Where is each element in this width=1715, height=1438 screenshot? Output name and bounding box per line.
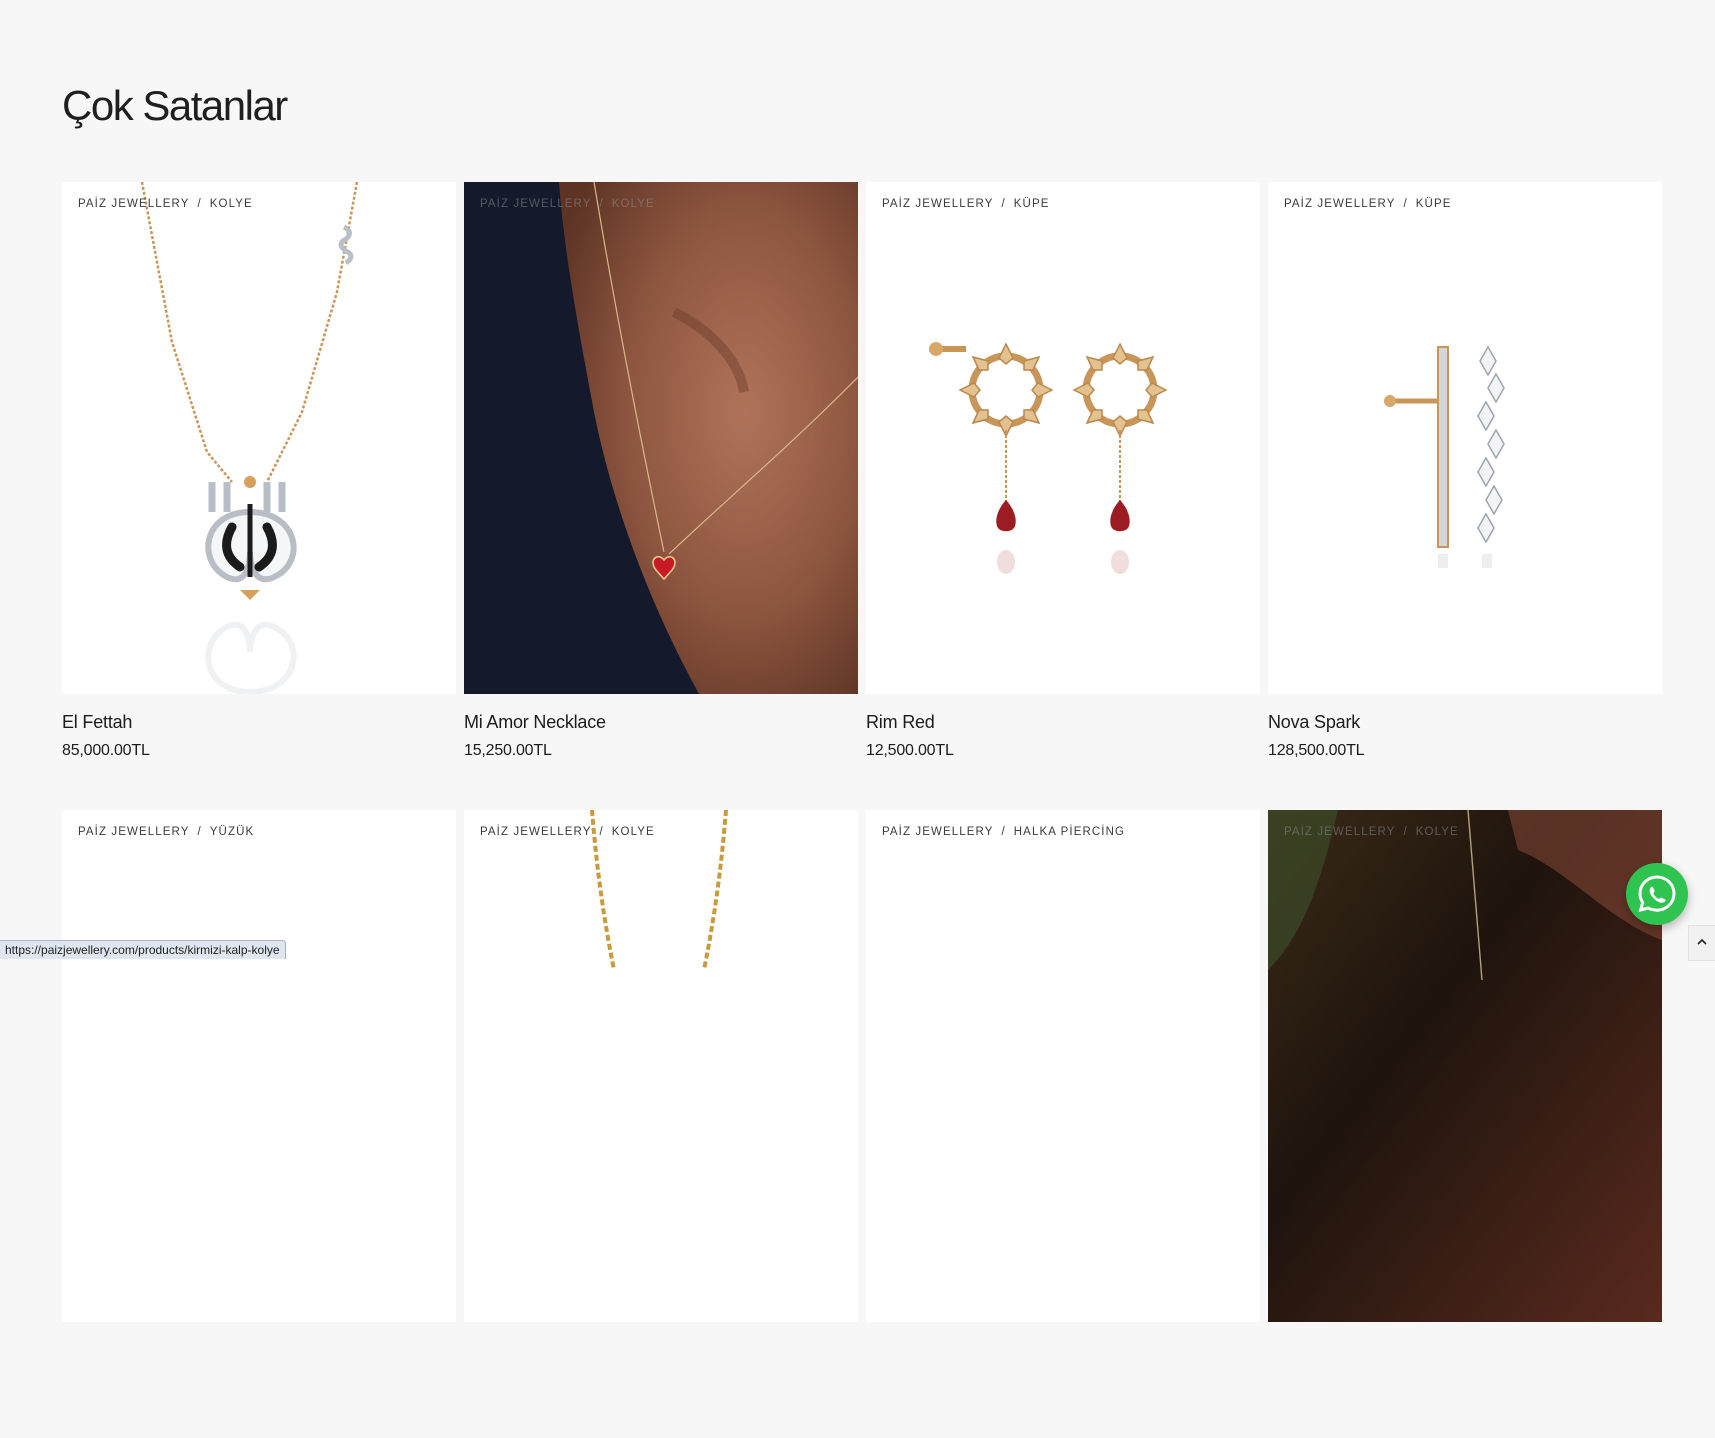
model-necklace-photo xyxy=(464,182,858,694)
breadcrumb-category[interactable]: KÜPE xyxy=(1416,198,1452,210)
earrings-image xyxy=(1384,345,1505,568)
product-name[interactable]: El Fettah xyxy=(62,712,456,733)
product-breadcrumb: PAİZ JEWELLERY / KOLYE xyxy=(480,826,655,838)
product-image[interactable]: PAİZ JEWELLERY / HALKA PİERCİNG xyxy=(866,810,1260,1322)
breadcrumb-brand[interactable]: PAİZ JEWELLERY xyxy=(480,826,591,838)
model-hair-photo xyxy=(1268,810,1662,1322)
product-breadcrumb: PAİZ JEWELLERY / YÜZÜK xyxy=(78,826,255,838)
product-card[interactable]: PAİZ JEWELLERY / KÜPE Rim Red 12,500.00T… xyxy=(866,182,1260,810)
product-breadcrumb: PAİZ JEWELLERY / KOLYE xyxy=(480,198,655,210)
product-name[interactable]: Mi Amor Necklace xyxy=(464,712,858,733)
product-image[interactable]: PAİZ JEWELLERY / KÜPE xyxy=(866,182,1260,694)
product-breadcrumb: PAİZ JEWELLERY / KÜPE xyxy=(882,198,1050,210)
product-name[interactable]: Rim Red xyxy=(866,712,1260,733)
product-breadcrumb: PAİZ JEWELLERY / HALKA PİERCİNG xyxy=(882,826,1126,838)
product-image[interactable]: PAİZ JEWELLERY / KOLYE xyxy=(464,810,858,1322)
breadcrumb-brand[interactable]: PAİZ JEWELLERY xyxy=(480,198,591,210)
scroll-to-top-button[interactable] xyxy=(1688,925,1715,961)
status-bar-url: https://paizjewellery.com/products/kirmi… xyxy=(0,940,286,959)
breadcrumb-brand[interactable]: PAİZ JEWELLERY xyxy=(1284,198,1395,210)
breadcrumb-brand[interactable]: PAİZ JEWELLERY xyxy=(882,198,993,210)
product-card[interactable]: PAİZ JEWELLERY / KOLYE El Fettah 85,000.00… xyxy=(62,182,456,810)
whatsapp-icon xyxy=(1638,875,1676,913)
product-price: 128,500.00TL xyxy=(1268,742,1365,759)
product-name[interactable]: Nova Spark xyxy=(1268,712,1662,733)
breadcrumb-category[interactable]: KOLYE xyxy=(612,198,655,210)
product-breadcrumb: PAİZ JEWELLERY / KOLYE xyxy=(1284,826,1459,838)
product-image[interactable]: PAİZ JEWELLERY / KOLYE xyxy=(62,182,456,694)
breadcrumb-brand[interactable]: PAİZ JEWELLERY xyxy=(78,198,189,210)
product-breadcrumb: PAİZ JEWELLERY / KÜPE xyxy=(1284,198,1452,210)
product-image[interactable]: PAİZ JEWELLERY / KÜPE xyxy=(1268,182,1662,694)
breadcrumb-brand[interactable]: PAİZ JEWELLERY xyxy=(882,826,993,838)
necklace-pendant-image xyxy=(140,182,359,694)
breadcrumb-category[interactable]: YÜZÜK xyxy=(210,826,254,838)
earrings-image xyxy=(929,342,1168,574)
breadcrumb-category[interactable]: KOLYE xyxy=(1416,826,1459,838)
breadcrumb-brand[interactable]: PAİZ JEWELLERY xyxy=(1284,826,1395,838)
breadcrumb-category[interactable]: KOLYE xyxy=(612,826,655,838)
product-price: 12,500.00TL xyxy=(866,742,954,759)
product-card[interactable]: PAİZ JEWELLERY / KOLYE xyxy=(464,810,858,1438)
chevron-up-icon xyxy=(1697,938,1707,945)
product-image[interactable]: PAİZ JEWELLERY / KOLYE xyxy=(1268,810,1662,1322)
product-grid: PAİZ JEWELLERY / KOLYE El Fettah 85,000.00… xyxy=(62,182,1662,1438)
product-card[interactable]: PAİZ JEWELLERY / HALKA PİERCİNG xyxy=(866,810,1260,1438)
product-card[interactable]: PAİZ JEWELLERY/KOLYE Mi Amor Necklace xyxy=(464,182,858,810)
breadcrumb-category[interactable]: KÜPE xyxy=(1014,198,1050,210)
breadcrumb-category[interactable]: HALKA PİERCİNG xyxy=(1014,826,1125,838)
product-image[interactable]: PAİZ JEWELLERY / KOLYE xyxy=(464,182,858,694)
product-breadcrumb: PAİZ JEWELLERY / KOLYE xyxy=(78,198,253,210)
section-title: Çok Satanlar xyxy=(62,82,288,129)
product-price: 15,250.00TL xyxy=(464,742,552,759)
breadcrumb-brand[interactable]: PAİZ JEWELLERY xyxy=(78,826,189,838)
product-card[interactable]: PAİZ JEWELLERY / YÜZÜK xyxy=(62,810,456,1438)
product-card[interactable]: PAİZ JEWELLERY / KOLYE xyxy=(1268,810,1662,1438)
product-price: 85,000.00TL xyxy=(62,742,150,759)
necklace-chain-image xyxy=(590,810,728,971)
breadcrumb-category[interactable]: KOLYE xyxy=(210,198,253,210)
product-card[interactable]: PAİZ JEWELLERY / KÜPE Nova Spark 128,500.0… xyxy=(1268,182,1662,810)
product-image[interactable]: PAİZ JEWELLERY / YÜZÜK xyxy=(62,810,456,1322)
whatsapp-button[interactable] xyxy=(1626,863,1688,925)
